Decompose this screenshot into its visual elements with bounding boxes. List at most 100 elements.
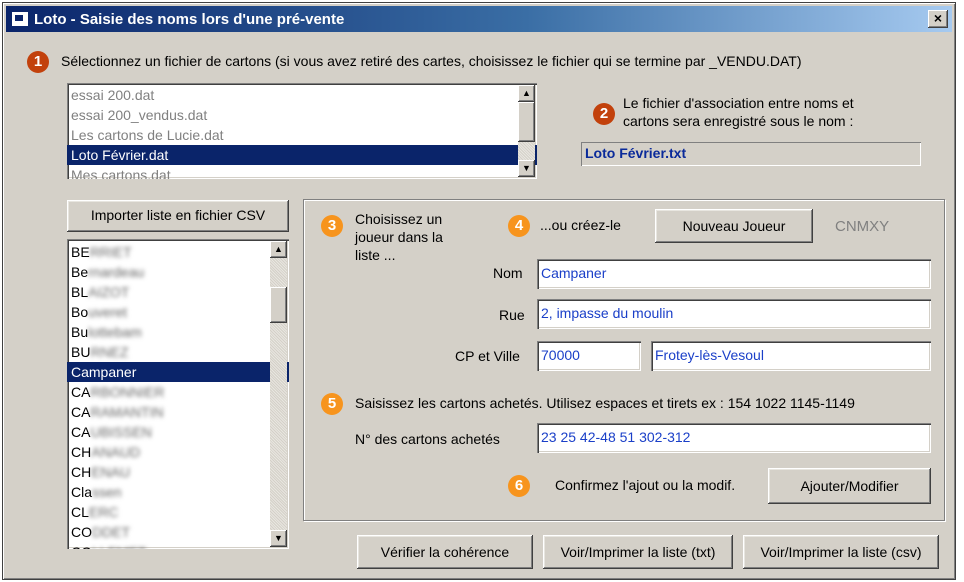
title-bar: Loto - Saisie des noms lors d'une pré-ve… xyxy=(6,6,952,32)
player-list-item[interactable]: CHANAUD xyxy=(67,442,289,462)
rue-label: Rue xyxy=(499,307,525,323)
player-name-visible: BU xyxy=(71,344,91,360)
player-list-item[interactable]: CHENAU xyxy=(67,462,289,482)
step-3-icon: 3 xyxy=(321,215,343,237)
player-list-item[interactable]: CLERC xyxy=(67,502,289,522)
player-list-item[interactable]: BURNEZ xyxy=(67,342,289,362)
step-2-icon: 2 xyxy=(593,103,615,125)
player-list-item[interactable]: COLLEMET xyxy=(67,542,289,549)
player-name-visible: Be xyxy=(71,264,89,280)
scroll-down-icon[interactable]: ▼ xyxy=(518,160,535,177)
player-list-item[interactable]: CARBONNIER xyxy=(67,382,289,402)
app-icon xyxy=(12,12,28,26)
player-name-obscured: ANAUD xyxy=(91,444,141,460)
player-name-obscured: ERC xyxy=(88,504,119,520)
step-4-text: ...ou créez-le xyxy=(540,217,621,233)
player-name-obscured: RBONNIER xyxy=(90,384,165,400)
player-name-obscured: UBISSEN xyxy=(90,424,152,440)
file-list-scrollbar[interactable]: ▲ ▼ xyxy=(518,85,535,177)
player-name-obscured: lottebam xyxy=(88,324,142,340)
step-5-icon: 5 xyxy=(321,393,343,415)
player-name-visible: BE xyxy=(71,244,90,260)
scroll-thumb[interactable] xyxy=(518,102,535,142)
cp-input[interactable]: 70000 xyxy=(537,341,641,371)
player-code: CNMXY xyxy=(835,218,890,235)
step-3-line2: joueur dans la xyxy=(355,229,443,245)
main-window: Loto - Saisie des noms lors d'une pré-ve… xyxy=(2,2,956,580)
player-name-obscured: uveret xyxy=(88,304,128,320)
step-1-icon: 1 xyxy=(27,51,49,73)
new-player-button[interactable]: Nouveau Joueur xyxy=(655,209,813,243)
print-csv-label: Voir/Imprimer la liste (csv) xyxy=(760,544,922,560)
player-name-visible: CA xyxy=(71,384,91,400)
player-list-item[interactable]: BERRIET xyxy=(67,242,289,262)
player-name-visible: CA xyxy=(71,424,91,440)
file-list-item[interactable]: Mes cartons.dat xyxy=(67,165,537,179)
player-name-visible: CO xyxy=(71,524,92,540)
cartons-label: N° des cartons achetés xyxy=(355,431,500,447)
verify-button[interactable]: Vérifier la cohérence xyxy=(357,535,533,569)
player-name-visible: CH xyxy=(71,444,92,460)
nom-input[interactable]: Campaner xyxy=(537,259,931,289)
step-4-icon: 4 xyxy=(508,215,530,237)
player-list[interactable]: BERRIET Bernardeau BLAIZOT Bouveret Bulotteb… xyxy=(67,239,289,549)
new-player-label: Nouveau Joueur xyxy=(682,218,786,234)
player-name-obscured: RAMANTIN xyxy=(90,404,164,420)
scroll-up-icon[interactable]: ▲ xyxy=(518,85,535,102)
window-title: Loto - Saisie des noms lors d'une pré-ve… xyxy=(34,10,345,28)
output-filename: Loto Février.txt xyxy=(581,142,921,166)
player-name-obscured: rnardeau xyxy=(88,264,145,280)
player-list-item[interactable]: BLAIZOT xyxy=(67,282,289,302)
player-list-item[interactable]: Classen xyxy=(67,482,289,502)
file-list-item[interactable]: Les cartons de Lucie.dat xyxy=(67,125,537,145)
file-list[interactable]: essai 200.dat essai 200_vendus.dat Les car… xyxy=(67,83,537,179)
step-6-icon: 6 xyxy=(508,475,530,497)
close-button[interactable]: × xyxy=(928,10,948,28)
player-list-scrollbar[interactable]: ▲ ▼ xyxy=(270,241,287,547)
scroll-up-icon[interactable]: ▲ xyxy=(270,241,287,258)
step-1-instruction: Sélectionnez un fichier de cartons (si v… xyxy=(61,53,802,69)
import-csv-label: Importer liste en fichier CSV xyxy=(90,207,266,223)
step-2-line2: cartons sera enregistré sous le nom : xyxy=(623,113,854,129)
player-name-visible: CH xyxy=(71,464,92,480)
player-list-item[interactable]: Bulottebam xyxy=(67,322,289,342)
file-list-item[interactable]: essai 200_vendus.dat xyxy=(67,105,537,125)
cartons-input[interactable]: 23 25 42-48 51 302-312 xyxy=(537,423,931,453)
file-list-item[interactable]: essai 200.dat xyxy=(67,85,537,105)
player-list-item[interactable]: Bouveret xyxy=(67,302,289,322)
add-modify-button[interactable]: Ajouter/Modifier xyxy=(768,468,931,504)
file-list-item[interactable]: Loto Février.dat xyxy=(67,145,537,165)
print-txt-button[interactable]: Voir/Imprimer la liste (txt) xyxy=(543,535,733,569)
player-name-visible: Bu xyxy=(71,324,89,340)
player-name-visible: CO xyxy=(71,544,92,549)
player-name-obscured: RRIET xyxy=(89,244,132,260)
step-2-line1: Le fichier d'association entre noms et xyxy=(623,95,854,111)
player-list-item[interactable]: Campaner xyxy=(67,362,289,382)
ville-input[interactable]: Frotey-lès-Vesoul xyxy=(651,341,931,371)
player-name-visible: Bo xyxy=(71,304,89,320)
player-list-item[interactable]: Bernardeau xyxy=(67,262,289,282)
player-name-obscured: RNEZ xyxy=(90,344,129,360)
print-txt-label: Voir/Imprimer la liste (txt) xyxy=(560,544,716,560)
player-list-item[interactable]: CODDET xyxy=(67,522,289,542)
player-list-item[interactable]: CARAMANTIN xyxy=(67,402,289,422)
player-name-visible: CA xyxy=(71,404,91,420)
scroll-down-icon[interactable]: ▼ xyxy=(270,530,287,547)
step-3-line3: liste ... xyxy=(355,247,396,263)
verify-label: Vérifier la cohérence xyxy=(380,544,510,560)
player-name-visible: Cla xyxy=(71,484,93,500)
player-name-obscured: ENAU xyxy=(91,464,131,480)
scroll-thumb[interactable] xyxy=(270,287,287,323)
player-name-obscured: ssen xyxy=(92,484,122,500)
rue-input[interactable]: 2, impasse du moulin xyxy=(537,299,931,329)
player-name-visible: CL xyxy=(71,504,89,520)
add-modify-label: Ajouter/Modifier xyxy=(800,478,899,494)
player-name-visible: BL xyxy=(71,284,89,300)
player-list-item[interactable]: CAUBISSEN xyxy=(67,422,289,442)
player-name-obscured: DDET xyxy=(92,524,131,540)
step-6-text: Confirmez l'ajout ou la modif. xyxy=(555,477,736,493)
player-name-visible: Campaner xyxy=(71,364,137,380)
nom-label: Nom xyxy=(493,265,523,281)
import-csv-button[interactable]: Importer liste en fichier CSV xyxy=(67,200,289,232)
print-csv-button[interactable]: Voir/Imprimer la liste (csv) xyxy=(743,535,939,569)
